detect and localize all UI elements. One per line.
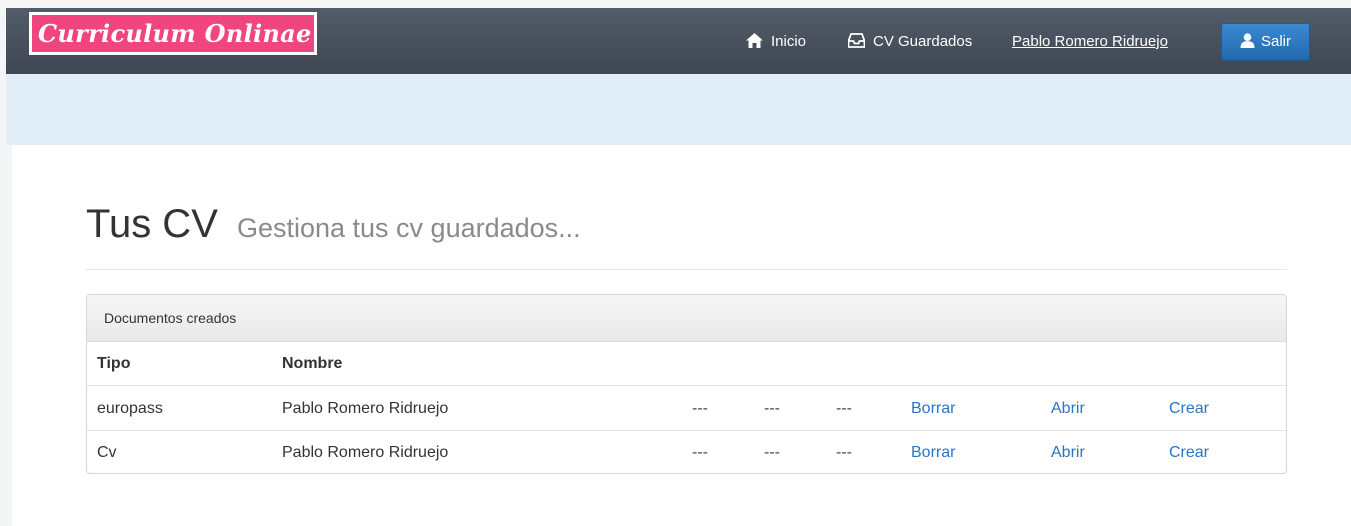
cell-placeholder: --- [836, 400, 852, 417]
nav-inicio[interactable]: Inicio [746, 33, 806, 51]
top-strip [0, 0, 1351, 8]
crear-link[interactable]: Crear [1169, 387, 1209, 431]
cell-placeholder: --- [692, 400, 708, 417]
cell-nombre: Pablo Romero Ridruejo [282, 400, 449, 417]
panel-heading: Documentos creados [87, 295, 1286, 342]
documents-panel: Documentos creados Tipo Nombre europass … [86, 294, 1287, 474]
home-icon [746, 33, 763, 48]
nav-user-link[interactable]: Pablo Romero Ridruejo [1012, 33, 1168, 51]
nav-cv-guardados[interactable]: CV Guardados [847, 33, 973, 51]
nav-inicio-label: Inicio [771, 33, 807, 50]
nav-cv-label: CV Guardados [873, 33, 973, 50]
cell-placeholder: --- [692, 444, 708, 461]
crear-link[interactable]: Crear [1169, 431, 1209, 473]
logo[interactable]: Curriculum Onlinae [29, 12, 317, 55]
borrar-link[interactable]: Borrar [911, 431, 955, 473]
page-title: Tus CV [86, 202, 218, 246]
cell-placeholder: --- [764, 400, 780, 417]
page-subtitle: Gestiona tus cv guardados... [236, 213, 581, 243]
column-header-nombre: Nombre [282, 355, 343, 372]
table-header-row: Tipo Nombre [87, 342, 1286, 386]
hero-band [6, 74, 1351, 145]
table-row: Cv Pablo Romero Ridruejo --- --- --- Bor… [87, 431, 1286, 473]
table-row: europass Pablo Romero Ridruejo --- --- -… [87, 387, 1286, 431]
abrir-link[interactable]: Abrir [1051, 387, 1085, 431]
logo-text: Curriculum Onlinae [32, 15, 314, 52]
user-icon [1240, 33, 1255, 48]
inbox-icon [847, 33, 866, 48]
cell-placeholder: --- [764, 444, 780, 461]
abrir-link[interactable]: Abrir [1051, 431, 1085, 473]
cell-nombre: Pablo Romero Ridruejo [282, 444, 449, 461]
borrar-link[interactable]: Borrar [911, 387, 955, 431]
salir-button[interactable]: Salir [1221, 23, 1310, 61]
cell-tipo: Cv [97, 444, 117, 461]
page-header: Tus CV Gestiona tus cv guardados... [86, 200, 1287, 270]
cell-tipo: europass [97, 400, 163, 417]
salir-label: Salir [1260, 33, 1291, 50]
cell-placeholder: --- [836, 444, 852, 461]
navbar: Curriculum Onlinae Inicio CV Guardados P… [6, 8, 1351, 74]
column-header-tipo: Tipo [97, 355, 131, 372]
